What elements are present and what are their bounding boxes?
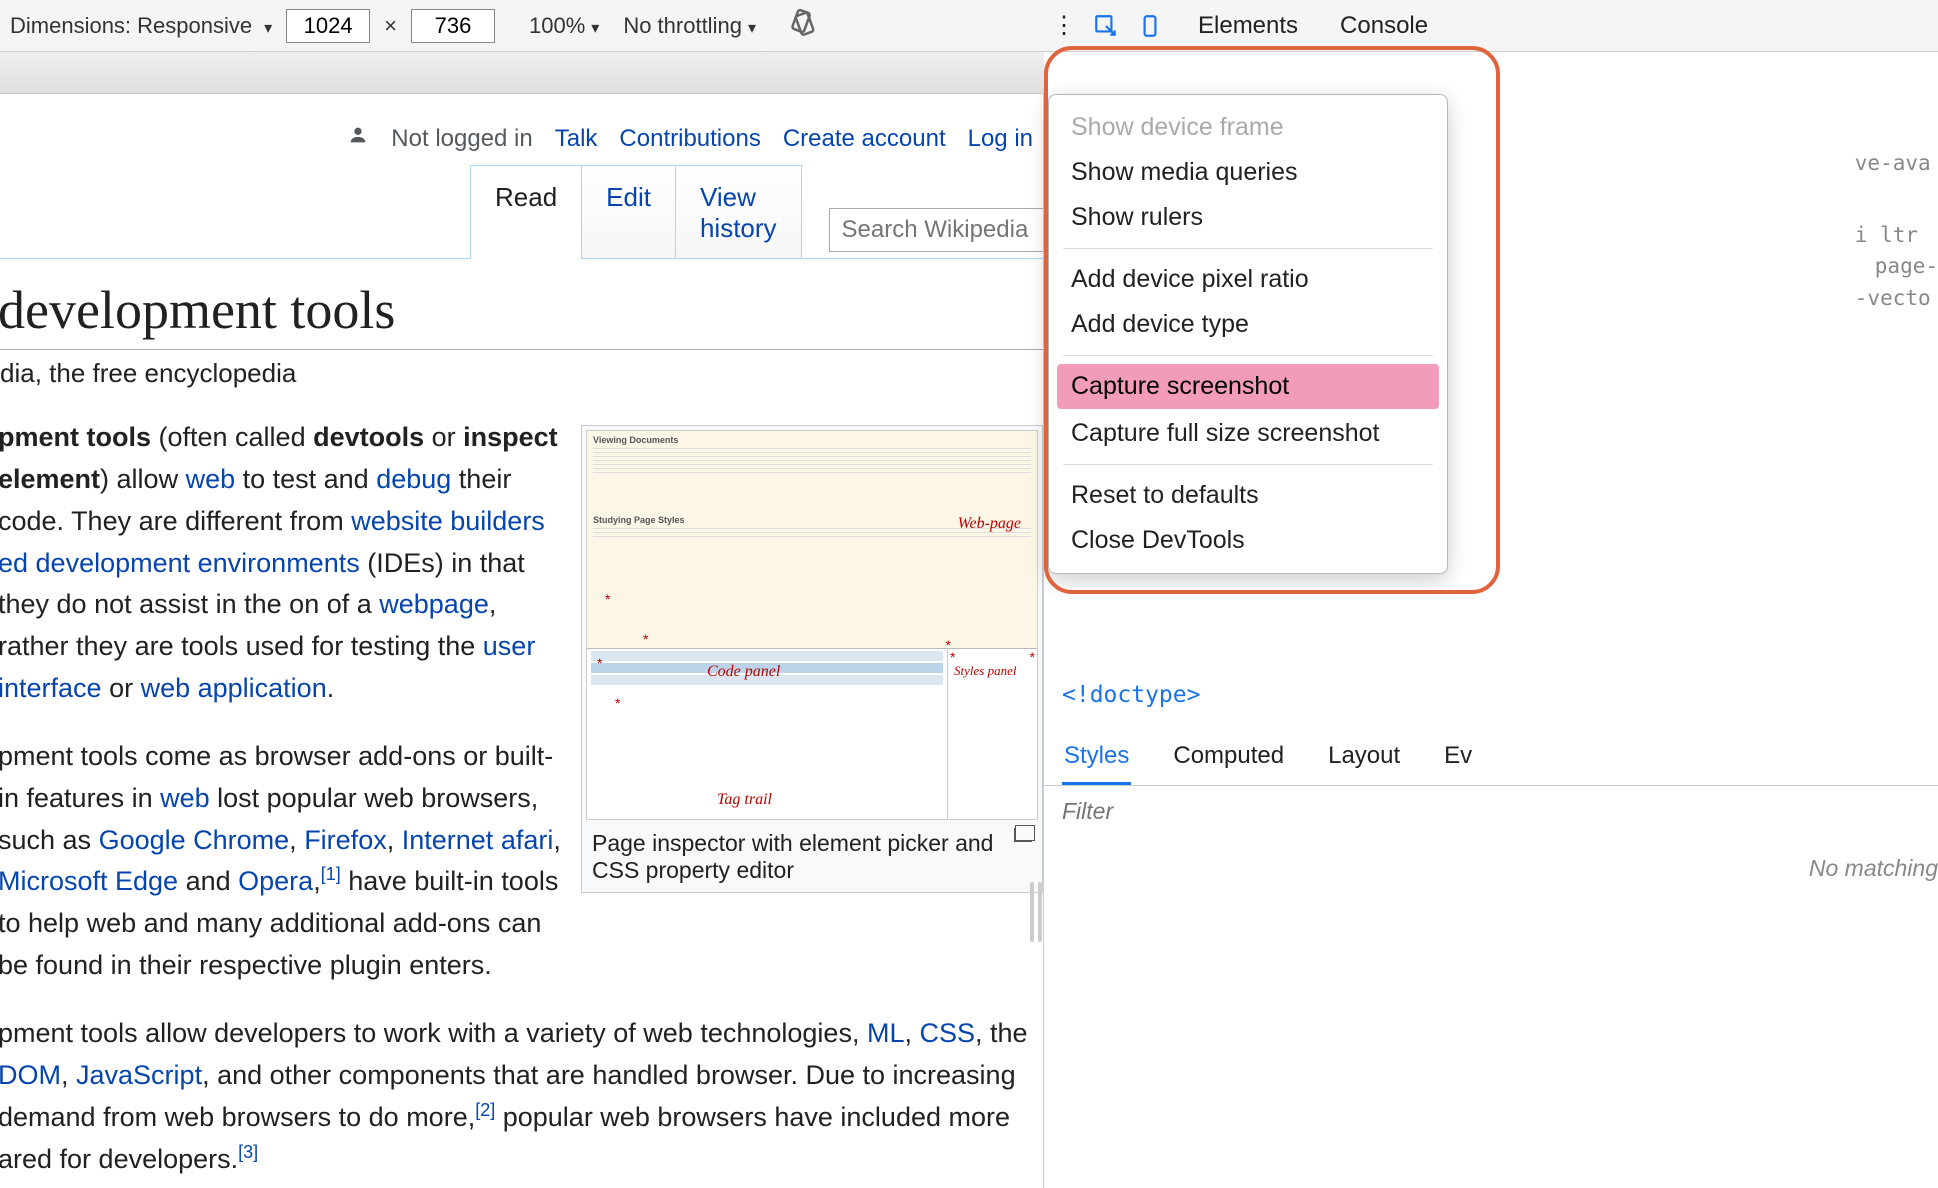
zoom-dropdown[interactable]: 100% — [529, 13, 599, 39]
devtools-toolbar: ⋮ Elements Console — [1044, 0, 1938, 52]
ref-1[interactable]: [1] — [321, 864, 341, 884]
link-css[interactable]: CSS — [919, 1018, 975, 1048]
link-web-browsers[interactable]: web — [160, 783, 210, 813]
link-dom[interactable]: DOM — [0, 1060, 61, 1090]
devtools-panel: ⋮ Elements Console Show device frame Sho… — [1044, 52, 1938, 1188]
thumb-label-code: Code panel — [707, 663, 780, 681]
menu-capture-screenshot[interactable]: Capture screenshot — [1057, 364, 1439, 409]
code-peek: ve-ava i ltr page- -vecto — [1855, 148, 1938, 314]
link-webpage[interactable]: webpage — [379, 589, 489, 619]
ref-2[interactable]: [2] — [475, 1100, 495, 1120]
ruler-strip — [0, 52, 1044, 94]
menu-close-devtools[interactable]: Close DevTools — [1049, 518, 1447, 563]
styles-filter-input[interactable] — [1062, 798, 1920, 825]
styles-tabs: Styles Computed Layout Ev — [1044, 732, 1938, 786]
tab-elements[interactable]: Elements — [1198, 12, 1298, 40]
throttling-value: No throttling — [623, 13, 742, 39]
create-account-link[interactable]: Create account — [783, 125, 946, 153]
menu-capture-full[interactable]: Capture full size screenshot — [1049, 411, 1447, 456]
tab-view-history[interactable]: View history — [675, 165, 802, 258]
link-html[interactable]: ML — [867, 1018, 905, 1048]
menu-show-rulers[interactable]: Show rulers — [1049, 195, 1447, 240]
link-safari[interactable]: afari — [501, 825, 554, 855]
device-toggle-icon[interactable] — [1128, 13, 1172, 39]
link-website-builders[interactable]: website builders — [351, 506, 545, 536]
devtools-options-menu: Show device frame Show media queries Sho… — [1048, 94, 1448, 574]
tab-styles[interactable]: Styles — [1062, 732, 1131, 785]
thumbnail-caption: Page inspector with element picker and C… — [586, 820, 1038, 888]
link-chrome[interactable]: Google Chrome — [99, 825, 290, 855]
resize-handle[interactable] — [1030, 882, 1048, 942]
no-matching-label: No matching — [1044, 837, 1938, 882]
tab-edit[interactable]: Edit — [581, 165, 676, 258]
menu-add-device-type[interactable]: Add device type — [1049, 302, 1447, 347]
dimensions-dropdown[interactable]: Dimensions: Responsive — [10, 13, 272, 39]
page-subtitle: dia, the free encyclopedia — [0, 358, 1043, 389]
ref-3[interactable]: [3] — [238, 1142, 258, 1162]
thumb-label-webpage: Web-page — [958, 515, 1021, 533]
article-body: development tools dia, the free encyclop… — [0, 259, 1043, 1180]
link-opera[interactable]: Opera — [238, 866, 313, 896]
tab-event-listeners[interactable]: Ev — [1442, 732, 1474, 785]
styles-filter-row — [1044, 786, 1938, 837]
viewport-panel: Not logged in Talk Contributions Create … — [0, 52, 1044, 1188]
link-js[interactable]: JavaScript — [76, 1060, 202, 1090]
thumbnail-box: Viewing Documents Web-page Studying Page… — [581, 425, 1043, 893]
search-input[interactable] — [830, 210, 1043, 250]
link-web[interactable]: web — [186, 464, 236, 494]
rendered-page: Not logged in Talk Contributions Create … — [0, 94, 1043, 1188]
dimension-separator: × — [384, 13, 397, 39]
dom-tree[interactable]: <!doctype> — [1044, 662, 1938, 720]
tab-computed[interactable]: Computed — [1171, 732, 1286, 785]
element-picker-icon[interactable] — [1084, 13, 1128, 39]
page-title: development tools — [0, 279, 1043, 350]
tab-read[interactable]: Read — [470, 165, 582, 258]
wikipedia-tab-bar: Read Edit View history — [0, 165, 1043, 259]
menu-reset[interactable]: Reset to defaults — [1049, 473, 1447, 518]
menu-show-device-frame: Show device frame — [1049, 105, 1447, 150]
thumb-label-tag: Tag trail — [717, 791, 772, 809]
menu-show-media-queries[interactable]: Show media queries — [1049, 150, 1447, 195]
not-logged-in-label: Not logged in — [391, 125, 532, 153]
login-link[interactable]: Log in — [968, 125, 1033, 153]
height-input[interactable] — [411, 9, 495, 43]
link-debug[interactable]: debug — [376, 464, 451, 494]
expand-icon[interactable] — [1014, 828, 1032, 842]
thumbnail-image[interactable]: Viewing Documents Web-page Studying Page… — [586, 430, 1038, 820]
rotate-icon[interactable] — [788, 8, 818, 44]
menu-add-dpr[interactable]: Add device pixel ratio — [1049, 257, 1447, 302]
kebab-icon[interactable]: ⋮ — [1044, 11, 1084, 40]
wikipedia-personal-tools: Not logged in Talk Contributions Create … — [0, 94, 1043, 165]
throttling-dropdown[interactable]: No throttling — [623, 13, 756, 39]
dimensions-label: Dimensions: Responsive — [10, 13, 252, 39]
article-paragraph: pment tools allow developers to work wit… — [0, 1013, 1043, 1180]
width-input[interactable] — [286, 9, 370, 43]
search-box[interactable] — [829, 208, 1043, 252]
link-ie[interactable]: Internet — [402, 825, 494, 855]
link-edge[interactable]: Microsoft Edge — [0, 866, 178, 896]
zoom-value: 100% — [529, 13, 585, 39]
tab-console[interactable]: Console — [1340, 12, 1428, 40]
tab-layout[interactable]: Layout — [1326, 732, 1402, 785]
doctype-node[interactable]: <!doctype> — [1062, 682, 1200, 708]
contributions-link[interactable]: Contributions — [619, 125, 760, 153]
link-web-application[interactable]: web application — [141, 673, 327, 703]
thumb-label-styles: Styles panel — [954, 663, 1016, 679]
link-ide[interactable]: ed development environments — [0, 548, 360, 578]
user-icon — [347, 124, 369, 153]
link-firefox[interactable]: Firefox — [304, 825, 387, 855]
talk-link[interactable]: Talk — [555, 125, 598, 153]
